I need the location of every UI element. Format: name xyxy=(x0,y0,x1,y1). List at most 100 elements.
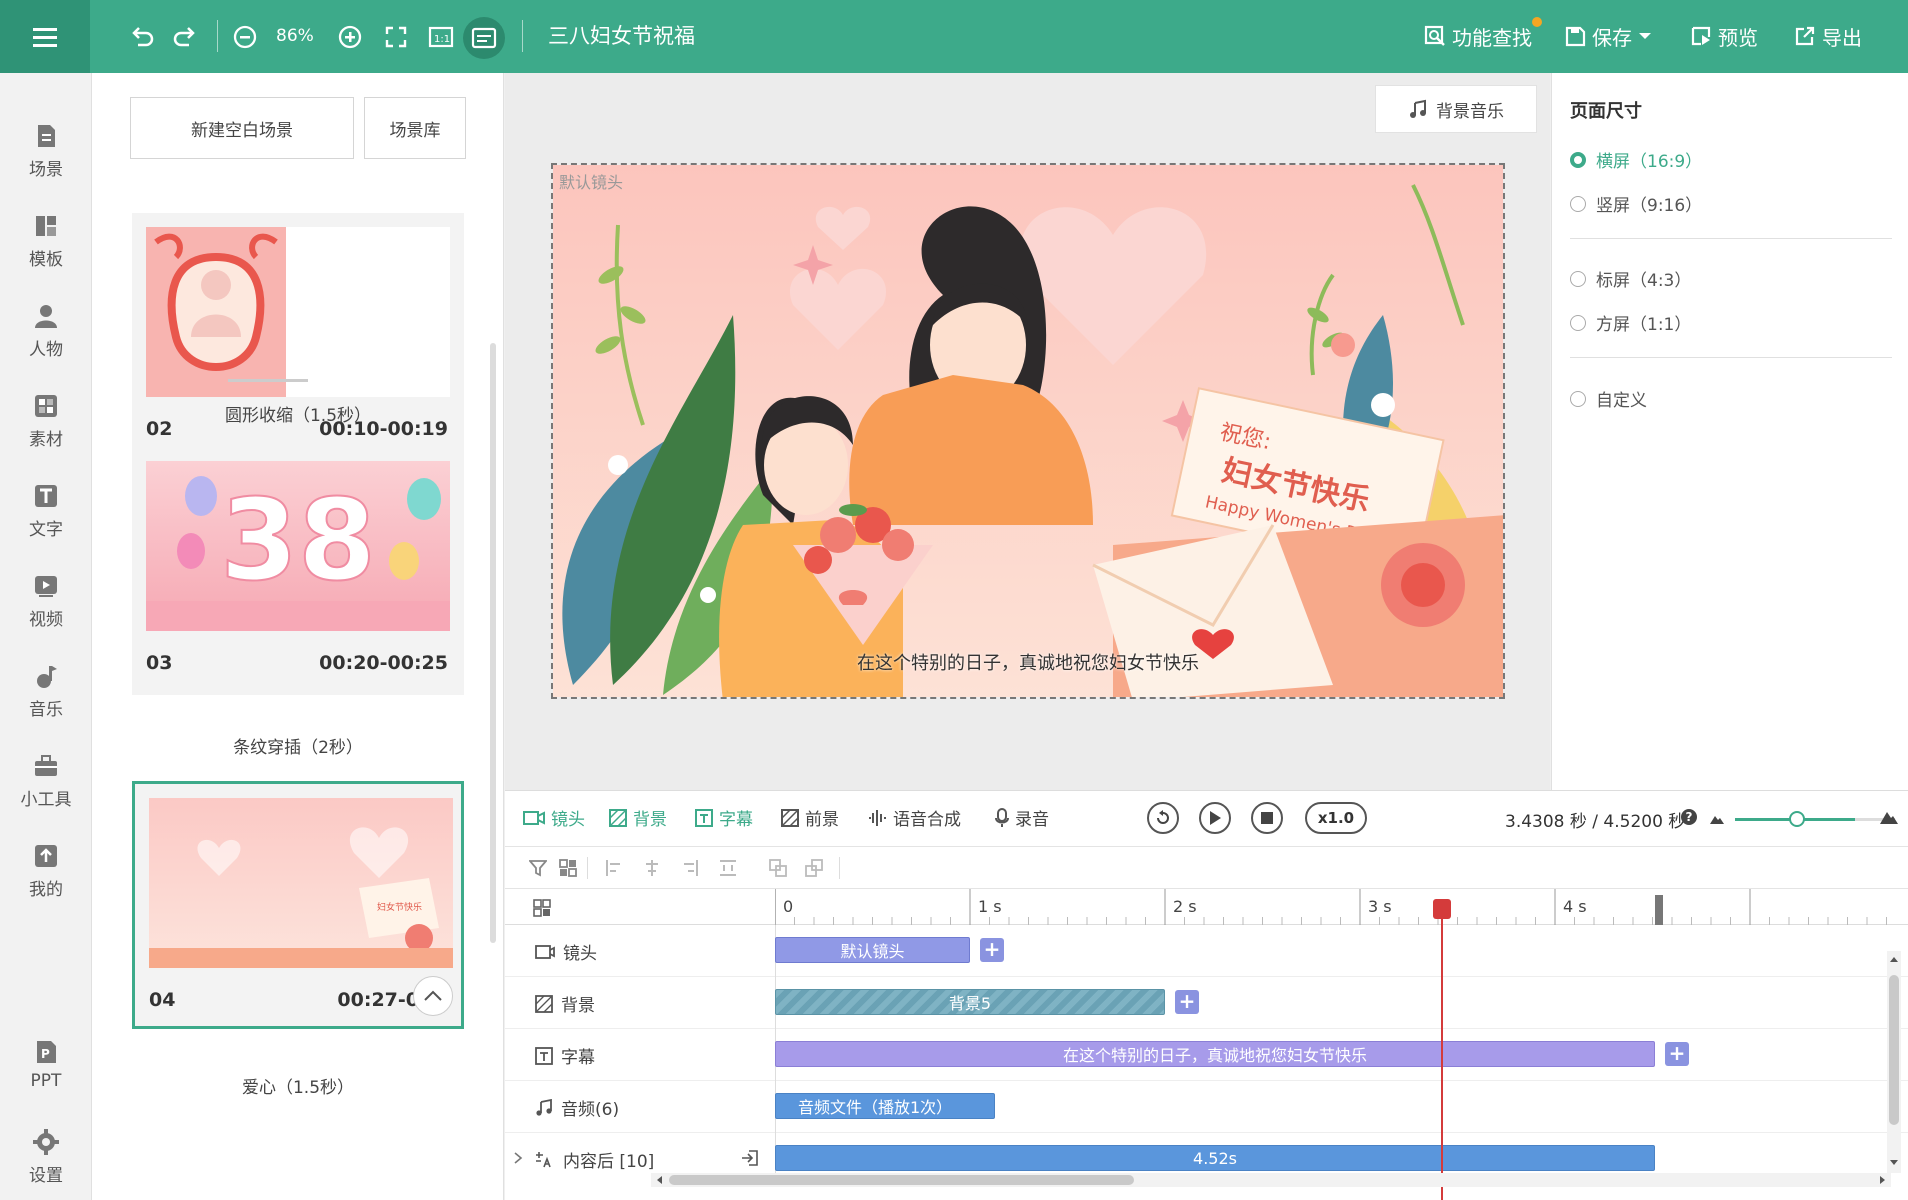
time-ruler[interactable]: 0 1 s 2 s 3 s 4 s xyxy=(505,889,1908,925)
tab-camera[interactable]: 镜头 xyxy=(523,805,585,830)
track-name: 字幕 xyxy=(535,1043,595,1068)
copy-icon[interactable] xyxy=(769,859,787,877)
option-label: 竖屏（9:16） xyxy=(1596,196,1703,216)
background-music-button[interactable]: 背景音乐 xyxy=(1375,85,1537,133)
nav-character[interactable]: 人物 xyxy=(0,295,92,375)
scroll-left-icon[interactable] xyxy=(655,1175,663,1185)
scene-card-selected[interactable]: 妇女节快乐 04 00:27-0 xyxy=(132,781,464,1029)
add-background-button[interactable]: + xyxy=(1175,990,1199,1014)
align-left-icon[interactable] xyxy=(605,859,623,877)
add-subtitle-button[interactable]: + xyxy=(1665,1042,1689,1066)
feature-search-button[interactable]: 功能查找 xyxy=(1424,20,1532,52)
mountain-small-icon[interactable] xyxy=(1709,813,1725,825)
clip-subtitle[interactable]: 在这个特别的日子，真诚地祝您妇女节快乐 xyxy=(775,1041,1655,1067)
document-title[interactable]: 三八妇女节祝福 xyxy=(548,20,695,52)
option-portrait[interactable]: 竖屏（9:16） xyxy=(1570,191,1702,216)
scene-caption[interactable]: 圆形收缩（1.5秒） xyxy=(132,401,464,426)
distribute-icon[interactable] xyxy=(719,859,737,877)
nav-mine[interactable]: 我的 xyxy=(0,835,92,915)
new-blank-scene-button[interactable]: 新建空白场景 xyxy=(130,97,354,159)
playback-speed-button[interactable]: x1.0 xyxy=(1305,802,1367,834)
nav-ppt[interactable]: P PPT xyxy=(0,1031,92,1111)
stage-illustration: 祝您: 妇女节快乐 Happy Women's Day xyxy=(553,165,1503,697)
scene-caption[interactable]: 爱心（1.5秒） xyxy=(132,1073,464,1098)
layers-icon[interactable] xyxy=(559,859,577,877)
fullscreen-icon[interactable] xyxy=(379,20,413,54)
nav-template[interactable]: 模板 xyxy=(0,205,92,285)
nav-music[interactable]: 音乐 xyxy=(0,655,92,735)
nav-video[interactable]: 视频 xyxy=(0,565,92,645)
vertical-scroll-thumb[interactable] xyxy=(1889,975,1899,1125)
scroll-down-icon[interactable] xyxy=(1889,1159,1899,1167)
scroll-top-icon[interactable] xyxy=(413,976,453,1016)
tab-record[interactable]: 录音 xyxy=(995,805,1049,830)
nav-settings[interactable]: 设置 xyxy=(0,1121,92,1200)
track-label: 音频(6) xyxy=(561,1100,620,1120)
nav-material[interactable]: 素材 xyxy=(0,385,92,465)
playhead[interactable] xyxy=(1441,901,1443,1200)
tab-subtitle[interactable]: 字幕 xyxy=(695,805,753,830)
tab-label: 字幕 xyxy=(719,810,753,830)
nav-tools[interactable]: 小工具 xyxy=(0,745,92,825)
stage-canvas[interactable]: 祝您: 妇女节快乐 Happy Women's Day 默认镜头 在这个特别的日… xyxy=(551,163,1505,699)
clip-content-after[interactable]: 4.52s xyxy=(775,1145,1655,1171)
clip-camera[interactable]: 默认镜头 xyxy=(775,937,970,963)
track-label: 字幕 xyxy=(561,1048,595,1068)
grid-icon[interactable] xyxy=(533,899,551,917)
zoom-in-icon[interactable] xyxy=(333,20,367,54)
clip-background[interactable]: 背景5 xyxy=(775,989,1165,1015)
track-name: 背景 xyxy=(535,991,595,1016)
preview-button[interactable]: 预览 xyxy=(1690,20,1758,52)
replay-icon[interactable] xyxy=(1147,802,1179,834)
nav-label: PPT xyxy=(30,1071,62,1091)
scene-card[interactable]: 38 03 00:20-00:25 xyxy=(132,447,464,695)
play-icon[interactable] xyxy=(1199,802,1231,834)
align-right-icon[interactable] xyxy=(681,859,699,877)
stage-camera-label: 默认镜头 xyxy=(559,173,624,192)
nav-scene[interactable]: 场景 xyxy=(0,115,92,195)
clip-audio[interactable]: 音频文件（播放1次） xyxy=(775,1093,995,1119)
stage-subtitle[interactable]: 在这个特别的日子，真诚地祝您妇女节快乐 xyxy=(553,649,1503,675)
ruler-ticks xyxy=(775,889,1887,925)
actual-size-icon[interactable]: 1:1 xyxy=(424,20,458,54)
scene-caption[interactable]: 条纹穿插（2秒） xyxy=(132,733,464,758)
redo-icon[interactable] xyxy=(168,20,202,54)
scroll-up-icon[interactable] xyxy=(1889,955,1899,963)
add-camera-button[interactable]: + xyxy=(980,938,1004,962)
export-button[interactable]: 导出 xyxy=(1794,20,1862,52)
tab-tts[interactable]: 语音合成 xyxy=(867,805,961,830)
separator xyxy=(522,20,523,52)
option-landscape[interactable]: 横屏（16:9） xyxy=(1570,147,1702,172)
end-marker[interactable] xyxy=(1655,895,1663,925)
paste-icon[interactable] xyxy=(805,859,823,877)
subtitle-icon xyxy=(695,808,713,827)
mountain-large-icon[interactable] xyxy=(1879,809,1899,825)
filter-icon[interactable] xyxy=(529,859,547,877)
tab-background[interactable]: 背景 xyxy=(609,805,667,830)
option-square[interactable]: 方屏（1:1） xyxy=(1570,310,1691,335)
vertical-scrollbar[interactable] xyxy=(1887,951,1901,1173)
scene-scrollbar[interactable] xyxy=(490,343,496,943)
zoom-slider-handle[interactable] xyxy=(1789,811,1805,827)
menu-icon[interactable] xyxy=(0,0,90,73)
tab-foreground[interactable]: 前景 xyxy=(781,805,839,830)
option-standard[interactable]: 标屏（4:3） xyxy=(1570,266,1691,291)
import-icon[interactable] xyxy=(741,1149,759,1167)
svg-text:1:1: 1:1 xyxy=(434,34,450,45)
undo-icon[interactable] xyxy=(125,20,159,54)
zoom-out-icon[interactable] xyxy=(228,20,262,54)
track-label: 镜头 xyxy=(563,944,597,964)
help-icon[interactable]: ? xyxy=(1681,809,1697,825)
horizontal-scrollbar[interactable] xyxy=(651,1173,1891,1187)
horizontal-scroll-thumb[interactable] xyxy=(669,1175,1134,1185)
subtitle-toggle-icon[interactable] xyxy=(463,17,505,59)
caret-down-icon xyxy=(1639,33,1651,39)
option-custom[interactable]: 自定义 xyxy=(1570,386,1647,411)
stop-icon[interactable] xyxy=(1251,802,1283,834)
save-button[interactable]: 保存 xyxy=(1564,20,1652,52)
scene-library-button[interactable]: 场景库 xyxy=(364,97,466,159)
align-center-icon[interactable] xyxy=(643,859,661,877)
scroll-right-icon[interactable] xyxy=(1879,1175,1887,1185)
chevron-right-icon[interactable] xyxy=(513,1151,523,1165)
nav-text[interactable]: 文字 xyxy=(0,475,92,555)
